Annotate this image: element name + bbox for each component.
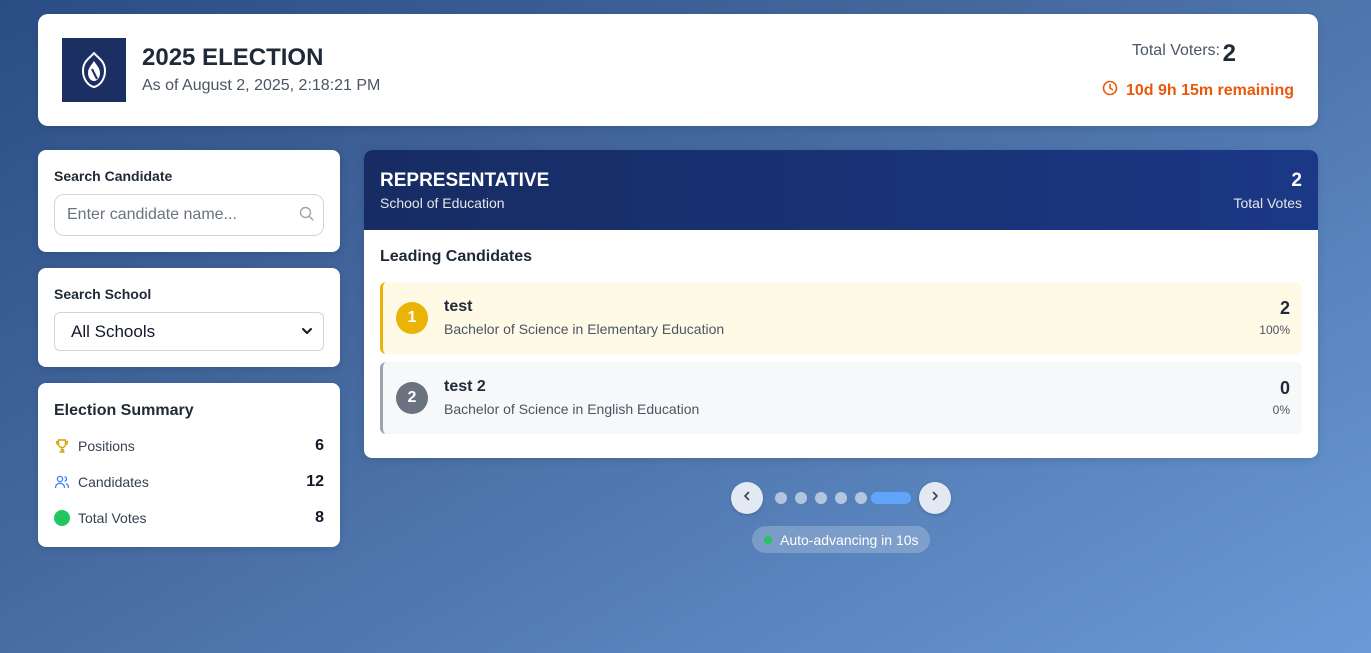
trophy-icon bbox=[54, 438, 70, 454]
rank-badge: 2 bbox=[396, 382, 428, 414]
school-select-value: All Schools bbox=[71, 321, 156, 341]
carousel-dot[interactable] bbox=[835, 492, 847, 504]
previous-slide-button[interactable] bbox=[731, 482, 763, 514]
position-header: REPRESENTATIVE School of Education 2 Tot… bbox=[364, 150, 1318, 230]
candidate-name: test 2 bbox=[444, 378, 486, 395]
time-remaining: 10d 9h 15m remaining bbox=[1102, 80, 1294, 101]
rank-badge: 1 bbox=[396, 302, 428, 334]
chevron-left-icon bbox=[741, 489, 753, 507]
carousel-dot-active[interactable] bbox=[871, 492, 911, 504]
school-select[interactable]: All Schools bbox=[54, 312, 324, 351]
carousel-dot[interactable] bbox=[815, 492, 827, 504]
summary-title: Election Summary bbox=[54, 402, 194, 419]
summary-label: Total Votes bbox=[78, 510, 147, 526]
summary-value: 6 bbox=[315, 437, 324, 454]
total-voters-label: Total Voters: bbox=[1131, 42, 1220, 59]
candidate-program: Bachelor of Science in English Education bbox=[444, 401, 700, 417]
clock-icon bbox=[1102, 80, 1118, 101]
carousel-dot[interactable] bbox=[855, 492, 867, 504]
position-title: REPRESENTATIVE bbox=[380, 170, 550, 191]
summary-row-candidates: Candidates 12 bbox=[54, 472, 324, 492]
carousel-dot[interactable] bbox=[775, 492, 787, 504]
summary-value: 8 bbox=[315, 509, 324, 526]
summary-row-positions: Positions 6 bbox=[54, 436, 324, 456]
search-school-label: Search School bbox=[54, 286, 152, 302]
green-dot-icon bbox=[54, 510, 70, 526]
as-of-timestamp: As of August 2, 2025, 2:18:21 PM bbox=[142, 77, 381, 94]
candidate-row: 2 test 2 Bachelor of Science in English … bbox=[380, 362, 1302, 434]
candidate-votes: 0 bbox=[1279, 378, 1290, 398]
leading-candidates-heading: Leading Candidates bbox=[380, 248, 533, 265]
page-title: 2025 ELECTION bbox=[142, 44, 324, 71]
candidate-search-input[interactable] bbox=[54, 194, 324, 236]
search-school-card: Search School All Schools bbox=[38, 268, 340, 367]
live-indicator-icon bbox=[764, 535, 772, 544]
users-icon bbox=[54, 474, 70, 490]
position-school: School of Education bbox=[380, 195, 505, 211]
chevron-down-icon bbox=[301, 322, 313, 342]
time-remaining-text: 10d 9h 15m remaining bbox=[1125, 81, 1294, 99]
summary-label: Positions bbox=[78, 438, 135, 454]
search-candidate-card: Search Candidate bbox=[38, 150, 340, 252]
next-slide-button[interactable] bbox=[919, 482, 951, 514]
candidate-program: Bachelor of Science in Elementary Educat… bbox=[444, 321, 725, 337]
position-total-votes: 2 bbox=[1291, 170, 1302, 191]
election-summary-card: Election Summary Positions 6 Candidates … bbox=[38, 383, 340, 547]
carousel-dot[interactable] bbox=[795, 492, 807, 504]
total-voters-count: 2 bbox=[1222, 40, 1236, 67]
candidate-row: 1 test Bachelor of Science in Elementary… bbox=[380, 282, 1302, 354]
candidate-percent: 0% bbox=[1272, 403, 1290, 417]
position-total-votes-label: Total Votes bbox=[1233, 195, 1303, 211]
auto-advance-status: Auto-advancing in 10s bbox=[752, 526, 930, 553]
summary-value: 12 bbox=[306, 473, 324, 490]
election-header: 2025 ELECTION As of August 2, 2025, 2:18… bbox=[38, 14, 1318, 126]
summary-label: Candidates bbox=[78, 474, 149, 490]
candidate-percent: 100% bbox=[1259, 323, 1290, 337]
candidate-votes: 2 bbox=[1279, 298, 1290, 318]
flame-shield-logo bbox=[62, 38, 126, 102]
auto-advance-text: Auto-advancing in 10s bbox=[780, 531, 919, 548]
search-candidate-label: Search Candidate bbox=[54, 168, 173, 184]
summary-row-total-votes: Total Votes 8 bbox=[54, 508, 324, 528]
position-results-card: REPRESENTATIVE School of Education 2 Tot… bbox=[364, 150, 1318, 458]
candidate-name: test bbox=[444, 298, 473, 315]
search-icon bbox=[299, 206, 314, 226]
chevron-right-icon bbox=[929, 489, 941, 507]
